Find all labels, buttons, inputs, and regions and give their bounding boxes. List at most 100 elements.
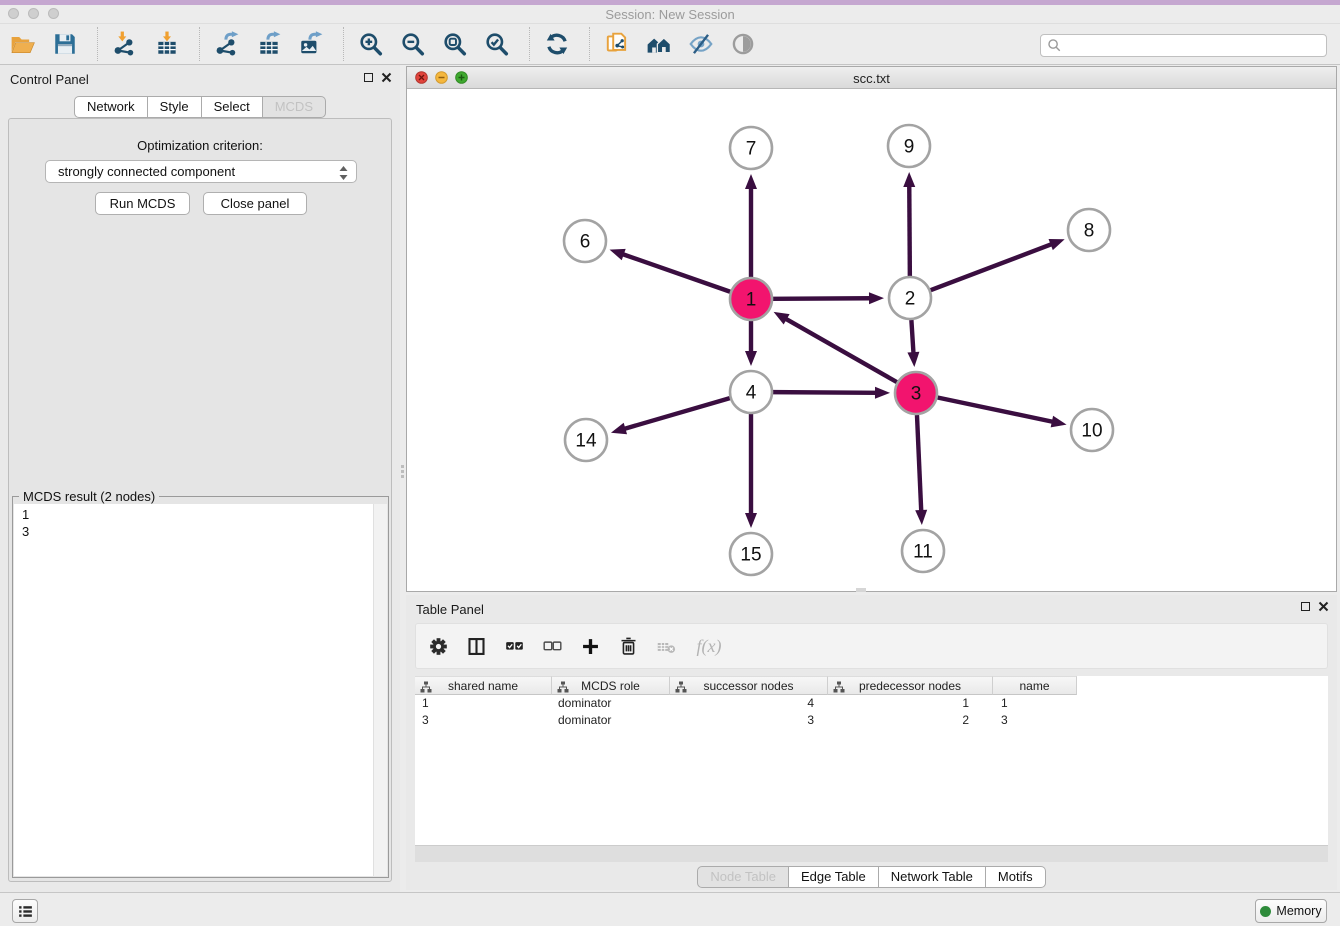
- show-all-icon[interactable]: [729, 29, 757, 59]
- network-canvas[interactable]: 7968124314101511: [407, 90, 1336, 591]
- search-field[interactable]: [1040, 34, 1327, 57]
- dropdown-stepper-icon: [338, 164, 349, 185]
- split-column-icon[interactable]: [464, 633, 488, 659]
- graph-edge-1-2[interactable]: [773, 298, 871, 299]
- table-tab-motifs[interactable]: Motifs: [986, 866, 1046, 888]
- zoom-out-icon[interactable]: [399, 29, 427, 59]
- control-tab-select[interactable]: Select: [202, 96, 263, 118]
- memory-label: Memory: [1276, 904, 1321, 918]
- graph-edge-3-10[interactable]: [938, 398, 1054, 422]
- column-header-successor-nodes[interactable]: successor nodes: [670, 676, 828, 695]
- float-panel-icon[interactable]: [364, 73, 373, 82]
- mcds-result-text[interactable]: 1 3: [14, 504, 373, 876]
- control-panel-title: Control Panel: [10, 72, 89, 87]
- mcds-result-scrollbar[interactable]: [373, 504, 387, 876]
- graph-edge-arrow-1-6: [610, 249, 626, 260]
- refresh-layout-icon[interactable]: [543, 29, 571, 59]
- column-header-predecessor-nodes[interactable]: predecessor nodes: [828, 676, 993, 695]
- add-column-icon[interactable]: [578, 633, 602, 659]
- hide-selected-icon[interactable]: [687, 29, 715, 59]
- memory-status-icon: [1260, 906, 1271, 917]
- table-panel-title: Table Panel: [416, 602, 484, 617]
- table-cell[interactable]: 3: [993, 712, 1077, 729]
- graph-edge-3-11[interactable]: [917, 415, 921, 512]
- open-session-icon[interactable]: [9, 29, 37, 59]
- selected-option-label: strongly connected component: [58, 164, 235, 179]
- clone-network-icon[interactable]: [603, 29, 631, 59]
- close-table-panel-icon[interactable]: [1318, 601, 1329, 612]
- table-panel: Table Panel f(x) shared nameMCDS rolesuc…: [406, 595, 1337, 890]
- import-network-icon[interactable]: [111, 29, 139, 59]
- table-tab-edge-table[interactable]: Edge Table: [789, 866, 879, 888]
- table-row[interactable]: 3dominator323: [415, 712, 1328, 729]
- column-label: name: [1019, 679, 1049, 693]
- table-cell[interactable]: 3: [415, 712, 552, 729]
- optimization-criterion-select[interactable]: strongly connected component: [45, 160, 357, 183]
- table-tab-network-table[interactable]: Network Table: [879, 866, 986, 888]
- table-cell[interactable]: 2: [828, 712, 993, 729]
- column-label: MCDS role: [581, 679, 640, 693]
- run-mcds-button[interactable]: Run MCDS: [95, 192, 190, 215]
- table-row[interactable]: 1dominator411: [415, 695, 1328, 712]
- search-icon: [1047, 38, 1062, 53]
- graph-edge-1-6[interactable]: [622, 254, 730, 292]
- export-image-icon[interactable]: [297, 29, 325, 59]
- import-table-icon[interactable]: [153, 29, 181, 59]
- memory-button[interactable]: Memory: [1255, 899, 1327, 923]
- graph-edge-2-8[interactable]: [931, 244, 1053, 290]
- table-cell[interactable]: dominator: [552, 712, 670, 729]
- float-table-panel-icon[interactable]: [1301, 602, 1310, 611]
- horizontal-splitter-handle[interactable]: [856, 588, 866, 592]
- close-panel-icon[interactable]: [381, 72, 392, 83]
- column-label: predecessor nodes: [859, 679, 961, 693]
- table-cell[interactable]: 4: [670, 695, 828, 712]
- toolbar-separator: [529, 27, 530, 61]
- graph-edge-arrow-1-4: [745, 351, 757, 366]
- table-cell[interactable]: dominator: [552, 695, 670, 712]
- column-header-mcds-role[interactable]: MCDS role: [552, 676, 670, 695]
- main-toolbar: [0, 23, 1340, 65]
- vertical-splitter-handle[interactable]: [399, 462, 406, 480]
- unselect-all-icon[interactable]: [540, 633, 564, 659]
- control-tab-style[interactable]: Style: [148, 96, 202, 118]
- select-all-icon[interactable]: [502, 633, 526, 659]
- task-history-button[interactable]: [12, 899, 38, 923]
- control-tab-mcds[interactable]: MCDS: [263, 96, 326, 118]
- graph-edge-4-14[interactable]: [623, 398, 729, 429]
- column-header-shared-name[interactable]: shared name: [415, 676, 552, 695]
- graph-node-label-14: 14: [575, 431, 597, 452]
- mcds-result-box: MCDS result (2 nodes) 1 3: [12, 496, 389, 878]
- network-window-titlebar[interactable]: scc.txt: [407, 67, 1336, 89]
- network-view-title: scc.txt: [407, 71, 1336, 86]
- column-header-name[interactable]: name: [993, 676, 1077, 695]
- graph-edge-arrow-1-2: [869, 292, 884, 304]
- save-session-icon[interactable]: [51, 29, 79, 59]
- graph-edge-4-3[interactable]: [773, 392, 877, 393]
- graph-edge-2-3[interactable]: [911, 320, 913, 354]
- graph-node-label-2: 2: [905, 289, 916, 310]
- zoom-selected-icon[interactable]: [483, 29, 511, 59]
- control-tab-network[interactable]: Network: [74, 96, 148, 118]
- graph-edge-2-9[interactable]: [909, 185, 910, 276]
- delete-column-icon[interactable]: [616, 633, 640, 659]
- gear-icon[interactable]: [426, 633, 450, 659]
- table-cell[interactable]: 3: [670, 712, 828, 729]
- search-input[interactable]: [1066, 36, 1326, 55]
- export-network-icon[interactable]: [213, 29, 241, 59]
- graph-edge-arrow-4-3: [875, 387, 890, 399]
- zoom-fit-icon[interactable]: [441, 29, 469, 59]
- close-panel-button[interactable]: Close panel: [203, 192, 307, 215]
- table-cell[interactable]: 1: [828, 695, 993, 712]
- column-label: successor nodes: [703, 679, 793, 693]
- table-cell[interactable]: 1: [415, 695, 552, 712]
- graph-node-label-10: 10: [1081, 421, 1102, 442]
- graph-edge-arrow-3-11: [915, 510, 927, 525]
- graph-node-label-15: 15: [740, 545, 761, 566]
- export-table-icon[interactable]: [255, 29, 283, 59]
- first-neighbors-icon[interactable]: [645, 29, 673, 59]
- zoom-in-icon[interactable]: [357, 29, 385, 59]
- table-tab-node-table[interactable]: Node Table: [697, 866, 789, 888]
- graph-node-label-3: 3: [911, 384, 922, 405]
- table-cell[interactable]: 1: [993, 695, 1077, 712]
- graph-edge-3-1[interactable]: [785, 318, 897, 382]
